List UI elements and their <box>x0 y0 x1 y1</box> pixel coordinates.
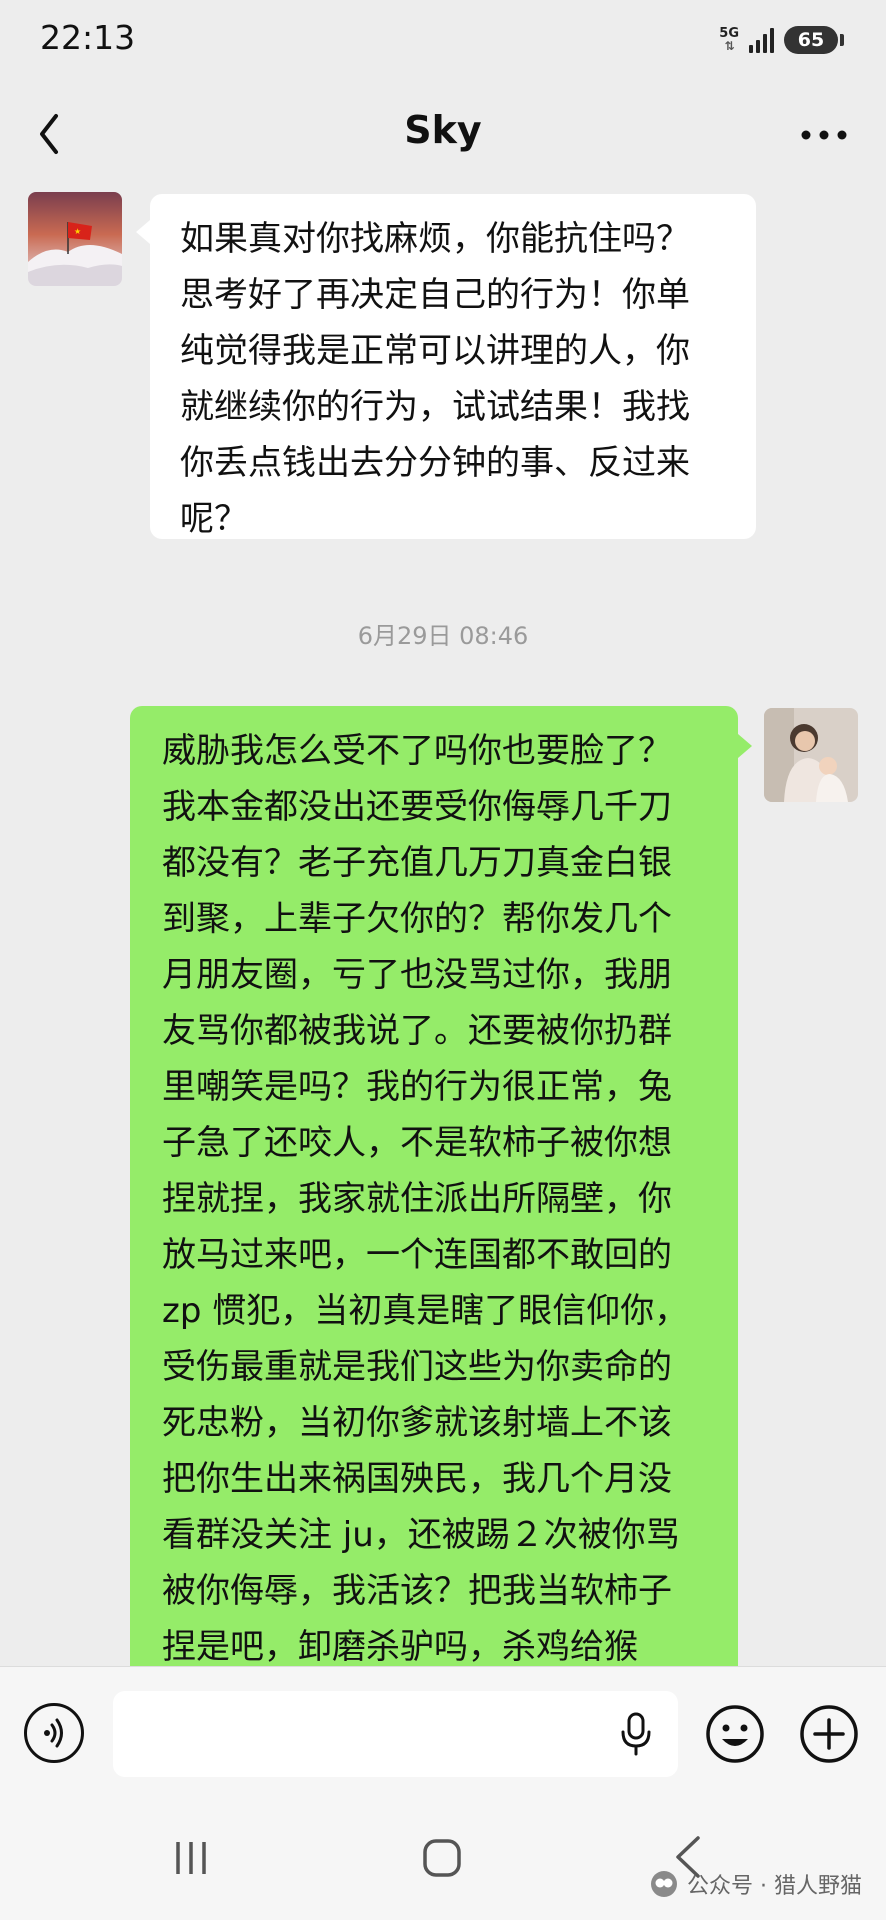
home-button[interactable] <box>420 1836 464 1880</box>
data-arrows-icon: ⇅ <box>724 39 735 53</box>
microphone-icon <box>621 1712 651 1756</box>
more-dots-icon <box>801 130 847 140</box>
status-time: 22:13 <box>40 18 136 57</box>
mic-button[interactable] <box>616 1711 656 1757</box>
voice-toggle-button[interactable] <box>24 1703 84 1763</box>
recents-button[interactable] <box>170 1836 214 1880</box>
status-icons: 5G ⇅ 65 <box>719 22 844 58</box>
watermark-text: 公众号 · 猎人野猫 <box>687 1874 862 1899</box>
home-icon <box>423 1839 461 1877</box>
more-button[interactable] <box>794 110 854 160</box>
contact-avatar[interactable]: ★ <box>28 192 122 286</box>
network-indicator: 5G ⇅ <box>719 27 739 53</box>
wechat-official-account-icon <box>651 1871 678 1897</box>
emoji-button[interactable] <box>704 1703 766 1765</box>
outgoing-message-bubble[interactable]: 威胁我怎么受不了吗你也要脸了？ 我本金都没出还要受你侮辱几千刀 都没有？老子充值… <box>130 706 752 1723</box>
emoji-icon <box>706 1705 764 1763</box>
status-bar: 22:13 5G ⇅ 65 <box>0 0 886 82</box>
self-avatar[interactable] <box>764 708 858 802</box>
chat-title: Sky <box>404 108 482 152</box>
message-timestamp: 6月29日 08:46 <box>357 622 529 650</box>
more-actions-button[interactable] <box>798 1703 860 1765</box>
avatar-image <box>764 708 858 802</box>
message-input[interactable] <box>113 1691 678 1777</box>
input-bar <box>0 1666 886 1797</box>
incoming-message-bubble[interactable]: 如果真对你找麻烦，你能抗住吗？ 思考好了再决定自己的行为！你单 纯觉得我是正常可… <box>136 194 756 539</box>
watermark: 公众号 · 猎人野猫 <box>649 1868 862 1900</box>
recents-icon <box>176 1842 206 1874</box>
battery-icon: 65 <box>784 26 844 54</box>
svg-text:★: ★ <box>74 227 81 236</box>
signal-icon <box>749 27 774 53</box>
avatar-image: ★ <box>28 192 122 286</box>
voice-icon <box>44 1718 63 1748</box>
chat-header: Sky <box>0 82 886 190</box>
battery-level: 65 <box>797 29 825 51</box>
plus-icon <box>800 1705 858 1763</box>
system-nav-bar: 公众号 · 猎人野猫 <box>0 1796 886 1920</box>
